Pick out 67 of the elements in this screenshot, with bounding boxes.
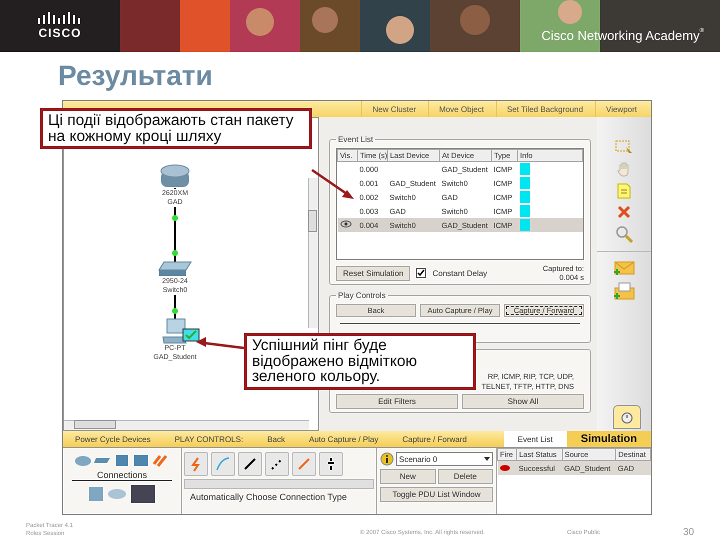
info-swatch[interactable] [520, 163, 530, 175]
academy-name: Cisco Networking Academy [541, 28, 700, 43]
toolbar-item[interactable]: Set Tiled Background [496, 101, 594, 117]
filter-button[interactable]: Show All [462, 394, 584, 409]
cable-type-button[interactable] [238, 452, 262, 476]
envelope-check-icon [182, 328, 200, 342]
note-icon[interactable] [617, 183, 631, 199]
bar-item[interactable]: Back [255, 434, 297, 444]
arrow [196, 337, 244, 350]
caret-icon [483, 455, 491, 463]
scenario-button[interactable]: New [380, 469, 436, 484]
category-label: Connections [72, 470, 172, 481]
cable-type-button[interactable] [319, 452, 343, 476]
device-icons[interactable] [87, 483, 157, 505]
callout: Ці події відображають стан пакету на кожному кроці шляху [40, 108, 312, 149]
link-light [172, 308, 178, 314]
status-dot[interactable] [500, 465, 510, 471]
scenario-button[interactable]: Delete [438, 469, 493, 484]
logo-icon [38, 12, 82, 24]
curve-icon [215, 456, 231, 472]
reset-button[interactable]: Reset Simulation [336, 266, 410, 280]
scrollbar[interactable] [184, 479, 374, 489]
stopwatch-icon [620, 410, 634, 424]
checkbox[interactable] [416, 268, 426, 278]
connection-type-text: Automatically Choose Connection Type [189, 492, 348, 502]
envelope-plus-icon[interactable] [613, 282, 635, 300]
bar-item[interactable]: Capture / Forward [390, 434, 479, 444]
info-icon[interactable] [380, 452, 394, 466]
envelope-plus-icon[interactable] [613, 260, 635, 276]
delete-icon[interactable] [617, 205, 631, 219]
bar-item[interactable]: Power Cycle Devices [63, 434, 163, 444]
group-title: Event List [337, 135, 374, 144]
info-swatch[interactable] [520, 205, 530, 217]
bar-item[interactable]: Auto Capture / Play [297, 434, 390, 444]
computer-icon[interactable] [162, 318, 188, 344]
eye-icon [340, 220, 352, 228]
toggle-button[interactable]: Toggle PDU List Window [380, 487, 493, 502]
link-light [172, 215, 178, 221]
callout: Успішний пінг буде відображено відміткою зеленого кольору. [244, 333, 476, 390]
toolbar-item[interactable]: Move Object [428, 101, 494, 117]
bar-item[interactable]: PLAY CONTROLS: [162, 434, 256, 444]
logo-text: CISCO [38, 26, 82, 40]
registered-mark: ® [700, 28, 704, 34]
switch-icon[interactable] [158, 261, 192, 277]
link-light [172, 250, 178, 256]
mode-tab[interactable]: Simulation [566, 431, 651, 447]
arrow [311, 168, 354, 199]
info-swatch[interactable] [520, 219, 530, 231]
filter-button[interactable]: Edit Filters [336, 394, 458, 409]
page-number: 30 [683, 527, 694, 538]
router-icon[interactable] [160, 163, 190, 189]
toolbar-item[interactable]: New Cluster [361, 101, 426, 117]
checkbox-label: Constant Delay [432, 268, 488, 278]
scenario-dropdown[interactable]: Scenario 0 [396, 452, 493, 466]
group-title: Play Controls [337, 291, 387, 300]
search-icon[interactable] [615, 225, 633, 243]
scrollbar[interactable] [308, 178, 318, 328]
mode-tab[interactable]: Event List [504, 431, 567, 447]
scrollbar[interactable] [64, 420, 309, 430]
info-swatch[interactable] [520, 191, 530, 203]
slide-title: Результати [57, 59, 214, 93]
device-category-icons[interactable] [74, 452, 170, 468]
info-swatch[interactable] [520, 177, 530, 189]
line-icon [296, 456, 312, 472]
line-icon [242, 456, 258, 472]
simulation-mode-tab[interactable] [613, 405, 641, 429]
select-icon[interactable] [614, 139, 634, 155]
